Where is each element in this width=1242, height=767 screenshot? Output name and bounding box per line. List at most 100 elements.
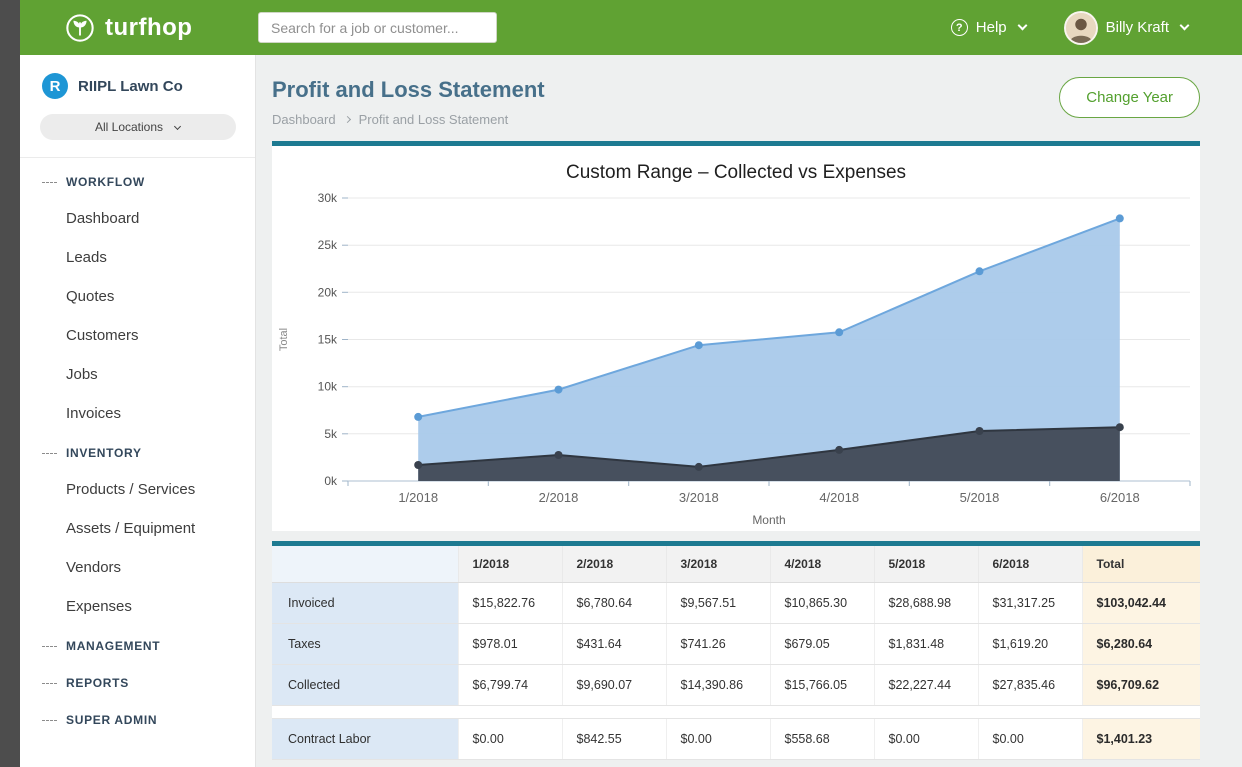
chevron-right-icon xyxy=(344,116,351,123)
value-cell: $9,690.07 xyxy=(562,665,666,706)
table-row-collected: Collected$6,799.74$9,690.07$14,390.86$15… xyxy=(272,665,1200,706)
total-cell: $1,401.23 xyxy=(1082,719,1200,760)
table-row-taxes: Taxes$978.01$431.64$741.26$679.05$1,831.… xyxy=(272,624,1200,665)
sidebar-nav: WORKFLOW DashboardLeadsQuotesCustomersJob… xyxy=(20,157,255,737)
company-logo: R xyxy=(42,73,68,99)
svg-text:Total: Total xyxy=(278,328,290,351)
svg-text:4/2018: 4/2018 xyxy=(819,490,859,505)
nav-section-label: REPORTS xyxy=(66,676,129,690)
page-title: Profit and Loss Statement xyxy=(272,77,545,103)
total-cell: $6,280.64 xyxy=(1082,624,1200,665)
nav-section-label: MANAGEMENT xyxy=(66,639,160,653)
tree-branch-icon xyxy=(42,683,57,684)
sidebar-item-customers[interactable]: Customers xyxy=(20,316,255,355)
value-cell: $1,831.48 xyxy=(874,624,978,665)
help-icon: ? xyxy=(951,19,968,36)
value-cell: $842.55 xyxy=(562,719,666,760)
tree-branch-icon xyxy=(42,182,57,183)
nav-section-management[interactable]: MANAGEMENT xyxy=(20,626,255,663)
value-cell: $0.00 xyxy=(458,719,562,760)
sidebar-item-vendors[interactable]: Vendors xyxy=(20,548,255,587)
nav-section-super-admin[interactable]: SUPER ADMIN xyxy=(20,700,255,737)
breadcrumb: Dashboard Profit and Loss Statement xyxy=(272,112,545,127)
sidebar-item-invoices[interactable]: Invoices xyxy=(20,394,255,433)
logo-text: turfhop xyxy=(105,14,192,42)
chart-card: Custom Range – Collected vs Expenses 0k5… xyxy=(272,141,1200,531)
value-cell: $679.05 xyxy=(770,624,874,665)
value-cell: $22,227.44 xyxy=(874,665,978,706)
value-cell: $15,766.05 xyxy=(770,665,874,706)
value-cell: $9,567.51 xyxy=(666,583,770,624)
column-header-6-2018: 6/2018 xyxy=(978,546,1082,583)
column-header-total: Total xyxy=(1082,546,1200,583)
row-label: Collected xyxy=(272,665,458,706)
sidebar-item-leads[interactable]: Leads xyxy=(20,238,255,277)
svg-text:30k: 30k xyxy=(318,191,338,205)
sidebar-item-products-services[interactable]: Products / Services xyxy=(20,470,255,509)
breadcrumb-current: Profit and Loss Statement xyxy=(359,112,509,127)
sidebar-item-assets-equipment[interactable]: Assets / Equipment xyxy=(20,509,255,548)
nav-section-label: WORKFLOW xyxy=(66,175,145,189)
svg-text:1/2018: 1/2018 xyxy=(398,490,438,505)
column-header-3-2018: 3/2018 xyxy=(666,546,770,583)
main-content: Profit and Loss Statement Dashboard Prof… xyxy=(256,55,1242,767)
value-cell: $558.68 xyxy=(770,719,874,760)
sidebar-item-expenses[interactable]: Expenses xyxy=(20,587,255,626)
nav-section-inventory[interactable]: INVENTORY xyxy=(20,433,255,470)
table-spacer-row xyxy=(272,706,1200,719)
breadcrumb-link-dashboard[interactable]: Dashboard xyxy=(272,112,336,127)
value-cell: $31,317.25 xyxy=(978,583,1082,624)
tree-branch-icon xyxy=(42,646,57,647)
row-label: Invoiced xyxy=(272,583,458,624)
column-header-1-2018: 1/2018 xyxy=(458,546,562,583)
svg-text:6/2018: 6/2018 xyxy=(1100,490,1140,505)
column-header-blank xyxy=(272,546,458,583)
help-menu[interactable]: ? Help xyxy=(951,19,1026,36)
search-input[interactable] xyxy=(258,12,497,43)
value-cell: $1,619.20 xyxy=(978,624,1082,665)
help-label: Help xyxy=(976,19,1007,36)
svg-text:25k: 25k xyxy=(318,238,338,252)
user-name: Billy Kraft xyxy=(1106,19,1169,36)
location-filter[interactable]: All Locations xyxy=(40,114,236,140)
total-cell: $103,042.44 xyxy=(1082,583,1200,624)
profit-loss-area-chart: 0k5k10k15k20k25k30k1/20182/20183/20184/2… xyxy=(272,186,1200,531)
table-header-row: 1/20182/20183/20184/20185/20186/2018Tota… xyxy=(272,546,1200,583)
change-year-button[interactable]: Change Year xyxy=(1059,77,1200,118)
chevron-down-icon xyxy=(174,122,181,129)
chevron-down-icon xyxy=(1017,21,1027,31)
svg-text:15k: 15k xyxy=(318,333,338,347)
user-avatar xyxy=(1064,11,1098,45)
sidebar-item-quotes[interactable]: Quotes xyxy=(20,277,255,316)
tree-branch-icon xyxy=(42,720,57,721)
svg-text:3/2018: 3/2018 xyxy=(679,490,719,505)
column-header-4-2018: 4/2018 xyxy=(770,546,874,583)
logo[interactable]: turfhop xyxy=(20,13,256,43)
value-cell: $15,822.76 xyxy=(458,583,562,624)
table-row-invoiced: Invoiced$15,822.76$6,780.64$9,567.51$10,… xyxy=(272,583,1200,624)
user-menu[interactable]: Billy Kraft xyxy=(1064,11,1188,45)
value-cell: $6,799.74 xyxy=(458,665,562,706)
value-cell: $0.00 xyxy=(978,719,1082,760)
value-cell: $978.01 xyxy=(458,624,562,665)
chart-title: Custom Range – Collected vs Expenses xyxy=(272,162,1200,184)
row-label: Taxes xyxy=(272,624,458,665)
sidebar: R RIIPL Lawn Co All Locations WORKFLOW Da… xyxy=(20,55,256,767)
nav-section-reports[interactable]: REPORTS xyxy=(20,663,255,700)
sidebar-item-dashboard[interactable]: Dashboard xyxy=(20,199,255,238)
nav-section-label: INVENTORY xyxy=(66,446,142,460)
company-name: RIIPL Lawn Co xyxy=(78,78,183,95)
value-cell: $741.26 xyxy=(666,624,770,665)
spacer-cell xyxy=(272,706,1200,719)
nav-section-workflow[interactable]: WORKFLOW xyxy=(20,162,255,199)
row-label: Contract Labor xyxy=(272,719,458,760)
page-header: Profit and Loss Statement Dashboard Prof… xyxy=(272,55,1200,141)
avatar-placeholder-icon xyxy=(1066,13,1096,43)
company-header[interactable]: R RIIPL Lawn Co xyxy=(20,55,255,99)
sidebar-item-jobs[interactable]: Jobs xyxy=(20,355,255,394)
app-root: turfhop ? Help Billy Kraft xyxy=(20,0,1242,767)
value-cell: $0.00 xyxy=(666,719,770,760)
column-header-2-2018: 2/2018 xyxy=(562,546,666,583)
column-header-5-2018: 5/2018 xyxy=(874,546,978,583)
value-cell: $0.00 xyxy=(874,719,978,760)
